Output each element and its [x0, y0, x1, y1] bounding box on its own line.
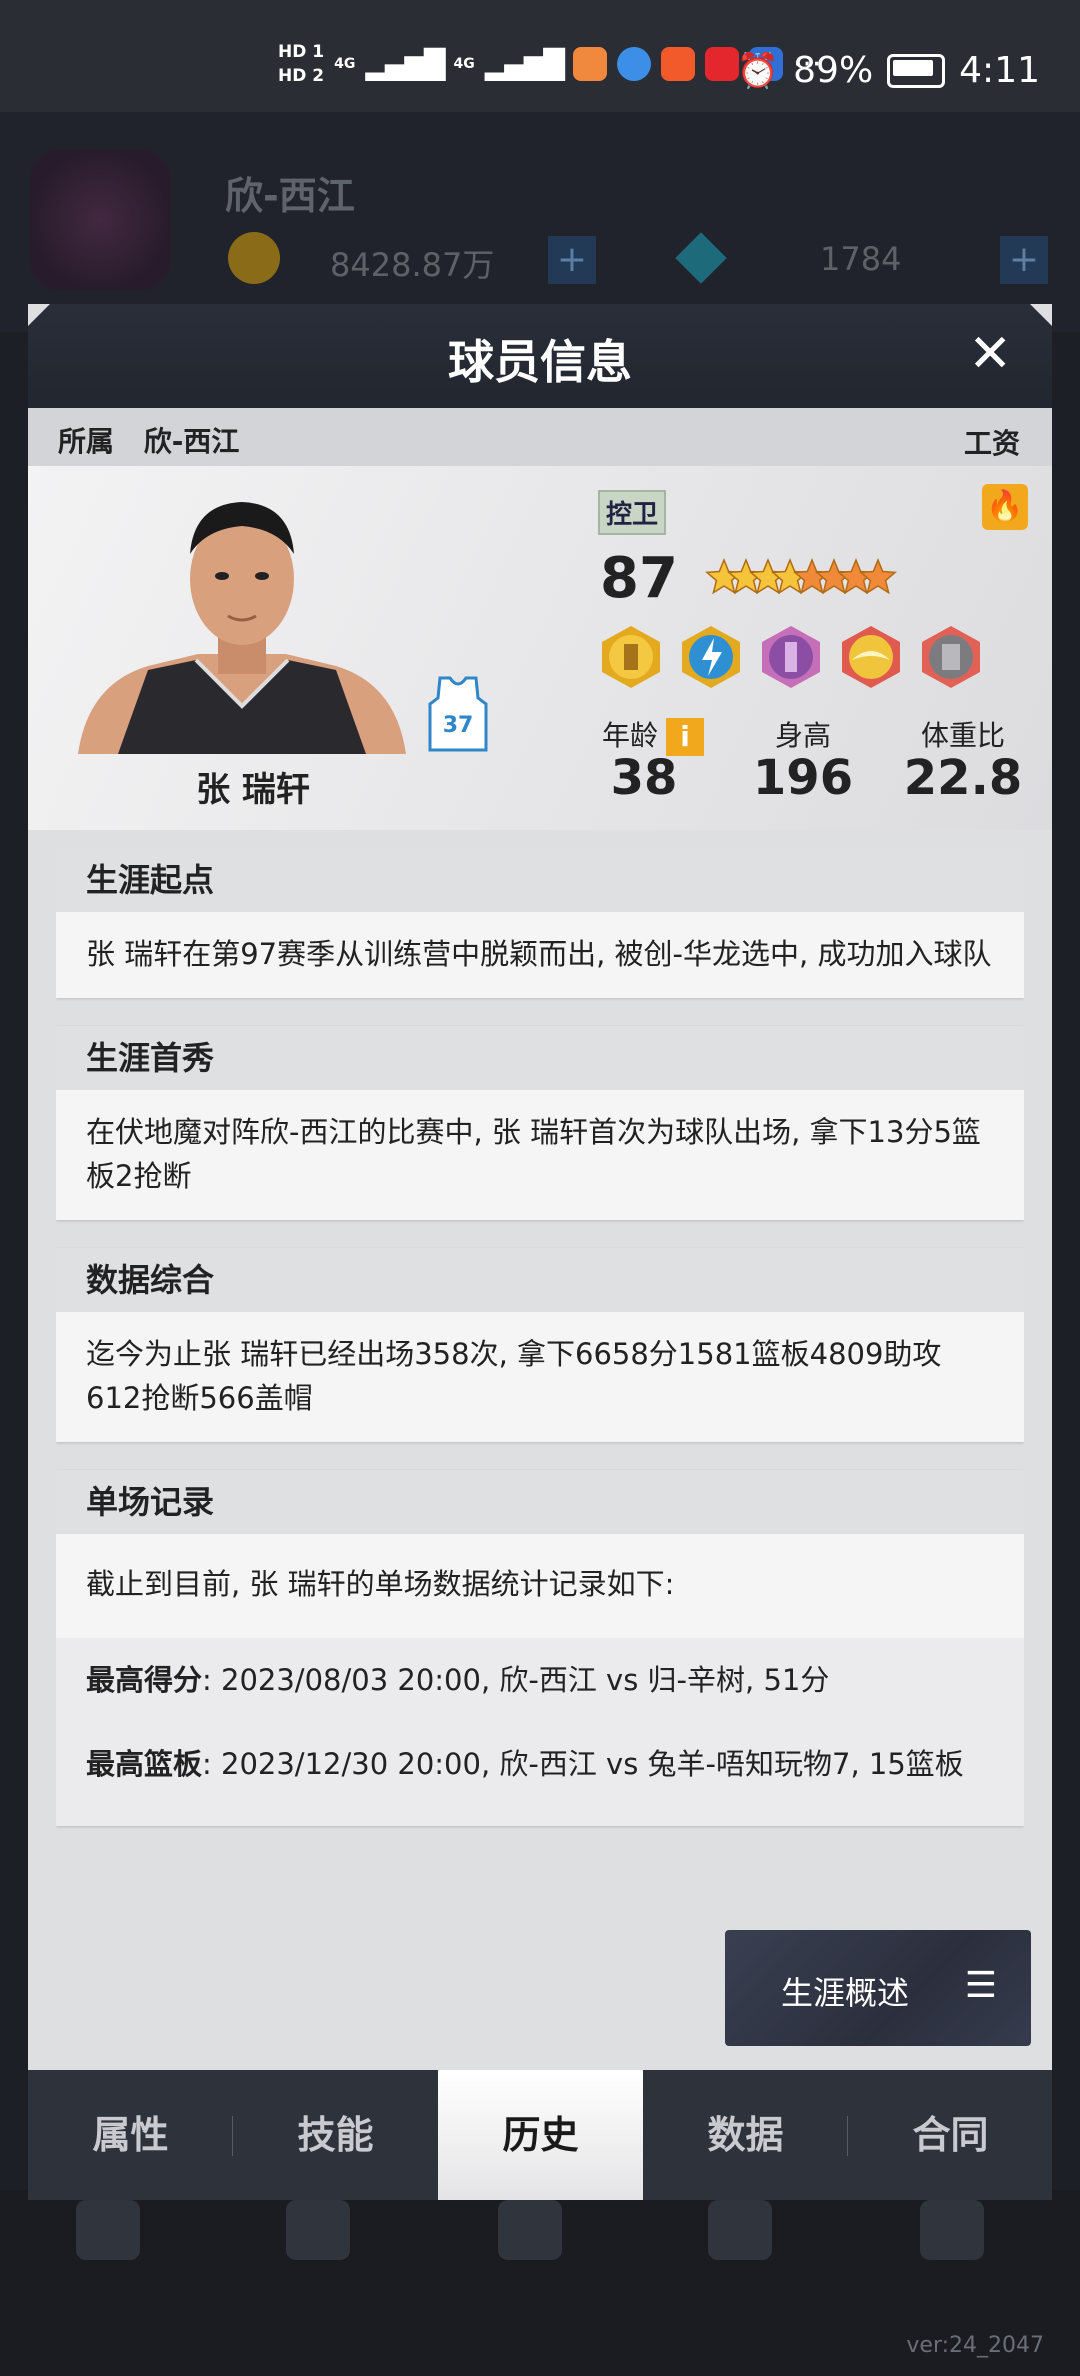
bg-nav-item	[700, 2200, 780, 2278]
belongs-label: 所属	[58, 425, 115, 458]
history-panel[interactable]: 生涯起点 张 瑞轩在第97赛季从训练营中脱颖而出, 被创-华龙选中, 成功加入球…	[56, 848, 1024, 1874]
gem-balance: 1784	[820, 240, 902, 278]
position-badge: 控卫	[598, 490, 667, 535]
player-name: 张 瑞轩	[196, 770, 310, 810]
star-rating	[705, 558, 897, 595]
hd-indicator: HD 1 HD 2	[278, 40, 324, 88]
background-team-name: 欣-西江	[225, 174, 355, 218]
career-overview-label: 生涯概述	[781, 1974, 910, 2012]
badge-defense-icon[interactable]	[758, 624, 824, 690]
player-profile: 37 张 瑞轩 控卫 🔥 87 年龄 i 身高 体重比 38 196 22.8	[28, 466, 1052, 830]
signal-icon: ▂▄▆█	[365, 47, 445, 81]
network-type-2: 4G	[453, 56, 475, 72]
hd2-label: HD 2	[278, 66, 325, 86]
app-notification-icon	[572, 47, 607, 81]
bg-nav-item	[490, 2200, 570, 2278]
badge-post-icon[interactable]	[598, 624, 664, 690]
bg-nav-item	[68, 2200, 148, 2278]
menu-icon: ☰	[964, 1965, 997, 2006]
record-row: 最高得分: 2023/08/03 20:00, 欣-西江 vs 归-辛树, 51…	[56, 1638, 1024, 1722]
dialog-title: 球员信息	[448, 335, 632, 389]
status-right: ⏰ 89% 4:11	[737, 50, 1040, 91]
record-label: 最高得分	[86, 1663, 203, 1697]
stat-labels: 年龄 i 身高 体重比	[598, 714, 1038, 756]
close-icon[interactable]: ✕	[968, 326, 1012, 382]
player-avatar	[78, 502, 406, 754]
debut-text: 在伏地魔对阵欣-西江的比赛中, 张 瑞轩首次为球队出场, 拿下13分5篮板2抢断	[86, 1115, 981, 1193]
signal-icon-2: ▂▄▆█	[484, 47, 565, 81]
stat-values: 38 196 22.8	[598, 750, 1038, 810]
summary-title: 数据综合	[56, 1248, 1024, 1312]
tab-bar: 属性 技能 历史 数据 合同	[28, 2070, 1052, 2200]
hd1-label: HD 1	[278, 42, 325, 62]
debut-card: 生涯首秀 在伏地魔对阵欣-西江的比赛中, 张 瑞轩首次为球队出场, 拿下13分5…	[56, 1026, 1024, 1220]
records-intro: 截止到目前, 张 瑞轩的单场数据统计记录如下:	[86, 1567, 675, 1601]
salary-label[interactable]: 工资	[964, 422, 1020, 462]
bmi-label: 体重比	[920, 719, 1005, 752]
team-logo	[30, 150, 170, 290]
records-title: 单场记录	[56, 1470, 1024, 1534]
career-start-text: 张 瑞轩在第97赛季从训练营中脱颖而出, 被创-华龙选中, 成功加入球队	[86, 937, 992, 971]
team-info-bar: 所属 欣-西江 工资	[28, 408, 1052, 466]
browser-notification-icon	[616, 47, 651, 81]
bg-nav-item	[912, 2200, 992, 2278]
record-text: : 2023/12/30 20:00, 欣-西江 vs 兔羊-唔知玩物7, 15…	[202, 1747, 964, 1781]
height-label: 身高	[774, 719, 831, 752]
career-overview-button[interactable]: 生涯概述 ☰	[725, 1930, 1031, 2046]
coin-balance: 8428.87万	[330, 246, 495, 284]
badge-wings-icon[interactable]	[838, 624, 904, 690]
tab-skills[interactable]: 技能	[233, 2070, 438, 2200]
clock: 4:11	[959, 50, 1040, 91]
version-label: ver:24_2047	[906, 2333, 1044, 2358]
badge-speed-icon[interactable]	[678, 624, 744, 690]
height-value: 196	[752, 750, 854, 806]
dialog-header: 球员信息 ✕	[28, 304, 1052, 408]
tab-contract[interactable]: 合同	[848, 2070, 1053, 2200]
belongs-row: 所属 欣-西江	[58, 420, 239, 460]
tab-data[interactable]: 数据	[643, 2070, 848, 2200]
career-start-card: 生涯起点 张 瑞轩在第97赛季从训练营中脱颖而出, 被创-华龙选中, 成功加入球…	[56, 848, 1024, 998]
network-type-1: 4G	[334, 56, 356, 72]
fire-icon[interactable]: 🔥	[982, 484, 1028, 530]
debut-title: 生涯首秀	[56, 1026, 1024, 1090]
summary-text: 迄今为止张 瑞轩已经出场358次, 拿下6658分1581篮板4809助攻612…	[86, 1337, 942, 1415]
career-start-title: 生涯起点	[56, 848, 1024, 912]
player-rating: 87	[600, 546, 678, 611]
alarm-icon: ⏰	[736, 50, 780, 91]
news-notification-icon	[704, 47, 739, 81]
badge-locked-icon[interactable]	[918, 624, 984, 690]
jersey-number: 37	[443, 713, 474, 738]
record-row-spacer	[56, 1806, 1024, 1826]
record-label: 最高篮板	[86, 1747, 203, 1781]
player-info-dialog: 球员信息 ✕ 所属 欣-西江 工资 37 张 瑞轩 控卫 🔥 87 年龄 i 身…	[28, 304, 1052, 2200]
status-bar: HD 1 HD 2 4G ▂▄▆█ 4G ▂▄▆█ ··· ⏰ 89% 4:11	[0, 0, 1080, 112]
record-row: 最高篮板: 2023/12/30 20:00, 欣-西江 vs 兔羊-唔知玩物7…	[56, 1722, 1024, 1806]
age-label: 年龄	[601, 719, 658, 752]
bmi-value: 22.8	[903, 750, 1023, 806]
tab-history[interactable]: 历史	[438, 2070, 643, 2200]
belongs-team: 欣-西江	[143, 425, 240, 458]
battery-icon	[887, 53, 946, 88]
age-value: 38	[610, 750, 678, 806]
summary-card: 数据综合 迄今为止张 瑞轩已经出场358次, 拿下6658分1581篮板4809…	[56, 1248, 1024, 1442]
add-coins-button[interactable]: +	[548, 236, 596, 284]
coin-icon	[228, 232, 280, 284]
record-text: : 2023/08/03 20:00, 欣-西江 vs 归-辛树, 51分	[202, 1663, 830, 1697]
add-gems-button[interactable]: +	[1000, 236, 1048, 284]
bg-nav-item	[278, 2200, 358, 2278]
battery-percent: 89%	[793, 50, 874, 91]
tab-attributes[interactable]: 属性	[28, 2070, 233, 2200]
records-card: 单场记录 截止到目前, 张 瑞轩的单场数据统计记录如下: 最高得分: 2023/…	[56, 1470, 1024, 1826]
skill-badges	[598, 624, 984, 690]
app-notification-icon-2	[660, 47, 695, 81]
jersey-icon: 37	[428, 676, 488, 752]
